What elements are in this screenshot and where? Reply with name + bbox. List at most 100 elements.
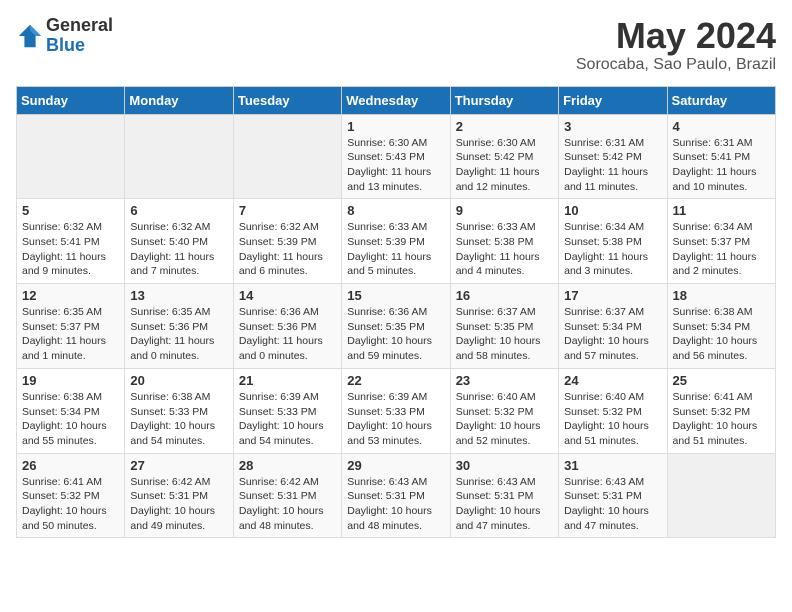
day-number: 24 [564, 373, 661, 388]
day-number: 23 [456, 373, 553, 388]
day-number: 27 [130, 458, 227, 473]
calendar-cell: 27 Sunrise: 6:42 AM Sunset: 5:31 PM Dayli… [125, 453, 233, 538]
calendar-cell: 18 Sunrise: 6:38 AM Sunset: 5:34 PM Dayli… [667, 284, 775, 369]
day-number: 31 [564, 458, 661, 473]
title-area: May 2024 Sorocaba, Sao Paulo, Brazil [576, 16, 776, 74]
calendar-cell: 15 Sunrise: 6:36 AM Sunset: 5:35 PM Dayli… [342, 284, 450, 369]
day-number: 4 [673, 119, 770, 134]
day-info: Sunrise: 6:35 AM Sunset: 5:37 PM Dayligh… [22, 305, 119, 364]
day-number: 19 [22, 373, 119, 388]
calendar-cell: 23 Sunrise: 6:40 AM Sunset: 5:32 PM Dayli… [450, 368, 558, 453]
calendar-week-row: 1 Sunrise: 6:30 AM Sunset: 5:43 PM Daylig… [17, 114, 776, 199]
day-number: 10 [564, 203, 661, 218]
day-number: 21 [239, 373, 336, 388]
logo-general-text: General [46, 16, 113, 36]
calendar-cell: 30 Sunrise: 6:43 AM Sunset: 5:31 PM Dayli… [450, 453, 558, 538]
calendar-cell: 22 Sunrise: 6:39 AM Sunset: 5:33 PM Dayli… [342, 368, 450, 453]
day-info: Sunrise: 6:40 AM Sunset: 5:32 PM Dayligh… [456, 390, 553, 449]
day-info: Sunrise: 6:38 AM Sunset: 5:33 PM Dayligh… [130, 390, 227, 449]
day-info: Sunrise: 6:31 AM Sunset: 5:41 PM Dayligh… [673, 136, 770, 195]
calendar-cell: 20Sunrise: 6:38 AM Sunset: 5:33 PM Dayli… [125, 368, 233, 453]
day-number: 1 [347, 119, 444, 134]
day-info: Sunrise: 6:38 AM Sunset: 5:34 PM Dayligh… [22, 390, 119, 449]
day-number: 5 [22, 203, 119, 218]
day-info: Sunrise: 6:39 AM Sunset: 5:33 PM Dayligh… [239, 390, 336, 449]
day-number: 17 [564, 288, 661, 303]
calendar-cell: 21 Sunrise: 6:39 AM Sunset: 5:33 PM Dayli… [233, 368, 341, 453]
day-info: Sunrise: 6:43 AM Sunset: 5:31 PM Dayligh… [456, 475, 553, 534]
calendar-cell: 10Sunrise: 6:34 AM Sunset: 5:38 PM Dayli… [559, 199, 667, 284]
logo-text: General Blue [46, 16, 113, 56]
day-info: Sunrise: 6:32 AM Sunset: 5:39 PM Dayligh… [239, 220, 336, 279]
day-info: Sunrise: 6:33 AM Sunset: 5:38 PM Dayligh… [456, 220, 553, 279]
day-number: 2 [456, 119, 553, 134]
page-header: General Blue May 2024 Sorocaba, Sao Paul… [16, 16, 776, 74]
calendar-cell: 8 Sunrise: 6:33 AM Sunset: 5:39 PM Daylig… [342, 199, 450, 284]
calendar-cell: 7Sunrise: 6:32 AM Sunset: 5:39 PM Daylig… [233, 199, 341, 284]
day-info: Sunrise: 6:36 AM Sunset: 5:35 PM Dayligh… [347, 305, 444, 364]
logo-icon [16, 22, 44, 50]
day-info: Sunrise: 6:42 AM Sunset: 5:31 PM Dayligh… [130, 475, 227, 534]
day-info: Sunrise: 6:43 AM Sunset: 5:31 PM Dayligh… [564, 475, 661, 534]
day-number: 30 [456, 458, 553, 473]
calendar-week-row: 19 Sunrise: 6:38 AM Sunset: 5:34 PM Dayli… [17, 368, 776, 453]
day-number: 22 [347, 373, 444, 388]
day-info: Sunrise: 6:31 AM Sunset: 5:42 PM Dayligh… [564, 136, 661, 195]
calendar-cell: 16Sunrise: 6:37 AM Sunset: 5:35 PM Dayli… [450, 284, 558, 369]
calendar-cell: 28Sunrise: 6:42 AM Sunset: 5:31 PM Dayli… [233, 453, 341, 538]
day-info: Sunrise: 6:35 AM Sunset: 5:36 PM Dayligh… [130, 305, 227, 364]
calendar-cell: 4 Sunrise: 6:31 AM Sunset: 5:41 PM Daylig… [667, 114, 775, 199]
day-number: 25 [673, 373, 770, 388]
day-info: Sunrise: 6:39 AM Sunset: 5:33 PM Dayligh… [347, 390, 444, 449]
day-info: Sunrise: 6:32 AM Sunset: 5:40 PM Dayligh… [130, 220, 227, 279]
day-info: Sunrise: 6:41 AM Sunset: 5:32 PM Dayligh… [673, 390, 770, 449]
calendar-cell: 11 Sunrise: 6:34 AM Sunset: 5:37 PM Dayli… [667, 199, 775, 284]
weekday-header: Monday [125, 86, 233, 114]
day-number: 26 [22, 458, 119, 473]
calendar-cell: 17 Sunrise: 6:37 AM Sunset: 5:34 PM Dayli… [559, 284, 667, 369]
weekday-header: Saturday [667, 86, 775, 114]
day-info: Sunrise: 6:36 AM Sunset: 5:36 PM Dayligh… [239, 305, 336, 364]
calendar-cell [233, 114, 341, 199]
calendar-cell: 6 Sunrise: 6:32 AM Sunset: 5:40 PM Daylig… [125, 199, 233, 284]
calendar-cell [17, 114, 125, 199]
day-info: Sunrise: 6:32 AM Sunset: 5:41 PM Dayligh… [22, 220, 119, 279]
day-info: Sunrise: 6:30 AM Sunset: 5:42 PM Dayligh… [456, 136, 553, 195]
calendar-cell [667, 453, 775, 538]
day-number: 14 [239, 288, 336, 303]
calendar-table: SundayMondayTuesdayWednesdayThursdayFrid… [16, 86, 776, 539]
day-number: 13 [130, 288, 227, 303]
day-info: Sunrise: 6:37 AM Sunset: 5:34 PM Dayligh… [564, 305, 661, 364]
calendar-cell: 25 Sunrise: 6:41 AM Sunset: 5:32 PM Dayli… [667, 368, 775, 453]
day-info: Sunrise: 6:37 AM Sunset: 5:35 PM Dayligh… [456, 305, 553, 364]
day-number: 29 [347, 458, 444, 473]
calendar-week-row: 12Sunrise: 6:35 AM Sunset: 5:37 PM Dayli… [17, 284, 776, 369]
weekday-header: Sunday [17, 86, 125, 114]
calendar-cell [125, 114, 233, 199]
month-year-title: May 2024 [576, 16, 776, 56]
day-number: 18 [673, 288, 770, 303]
calendar-cell: 24 Sunrise: 6:40 AM Sunset: 5:32 PM Dayli… [559, 368, 667, 453]
weekday-header: Tuesday [233, 86, 341, 114]
calendar-cell: 3 Sunrise: 6:31 AM Sunset: 5:42 PM Daylig… [559, 114, 667, 199]
day-number: 9 [456, 203, 553, 218]
location-subtitle: Sorocaba, Sao Paulo, Brazil [576, 56, 776, 74]
calendar-week-row: 26Sunrise: 6:41 AM Sunset: 5:32 PM Dayli… [17, 453, 776, 538]
day-number: 15 [347, 288, 444, 303]
day-info: Sunrise: 6:38 AM Sunset: 5:34 PM Dayligh… [673, 305, 770, 364]
day-info: Sunrise: 6:33 AM Sunset: 5:39 PM Dayligh… [347, 220, 444, 279]
day-info: Sunrise: 6:40 AM Sunset: 5:32 PM Dayligh… [564, 390, 661, 449]
calendar-cell: 5 Sunrise: 6:32 AM Sunset: 5:41 PM Daylig… [17, 199, 125, 284]
day-number: 11 [673, 203, 770, 218]
day-number: 8 [347, 203, 444, 218]
calendar-cell: 26Sunrise: 6:41 AM Sunset: 5:32 PM Dayli… [17, 453, 125, 538]
day-info: Sunrise: 6:43 AM Sunset: 5:31 PM Dayligh… [347, 475, 444, 534]
day-number: 3 [564, 119, 661, 134]
day-info: Sunrise: 6:30 AM Sunset: 5:43 PM Dayligh… [347, 136, 444, 195]
weekday-header: Friday [559, 86, 667, 114]
calendar-cell: 14 Sunrise: 6:36 AM Sunset: 5:36 PM Dayli… [233, 284, 341, 369]
weekday-header: Thursday [450, 86, 558, 114]
logo-blue-text: Blue [46, 36, 113, 56]
day-number: 6 [130, 203, 227, 218]
day-info: Sunrise: 6:34 AM Sunset: 5:37 PM Dayligh… [673, 220, 770, 279]
